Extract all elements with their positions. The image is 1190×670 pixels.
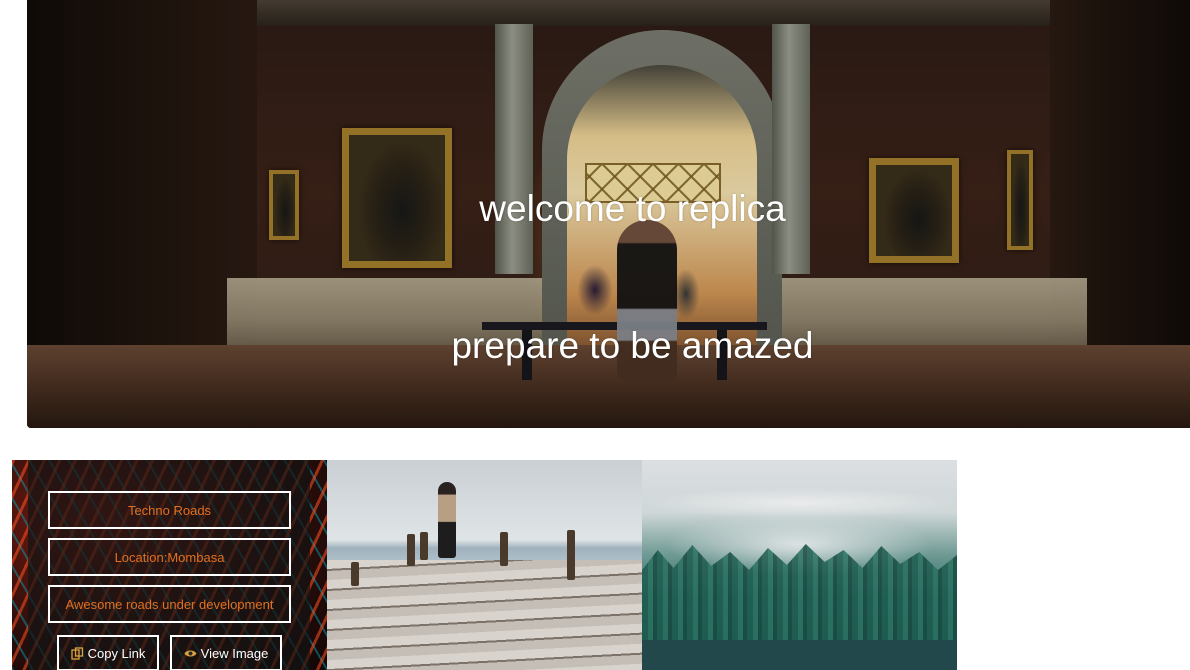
- copy-icon: [70, 646, 84, 660]
- pier-post: [407, 534, 415, 566]
- pier-post: [500, 532, 508, 566]
- pier-walker: [438, 482, 456, 558]
- eye-icon: [184, 647, 197, 660]
- pier-post: [351, 562, 359, 586]
- copy-link-label: Copy Link: [87, 645, 146, 661]
- hero-tagline-text: prepare to be amazed: [451, 325, 814, 366]
- card-description: Awesome roads under development: [48, 585, 291, 623]
- hero-welcome-text: welcome to replica: [479, 188, 786, 229]
- view-image-label: View Image: [200, 645, 269, 661]
- pier-dock: [327, 560, 642, 670]
- hero-banner: welcome to replica prepare to be amazed: [27, 0, 1190, 428]
- copy-link-button[interactable]: Copy Link: [57, 635, 159, 670]
- card-location: Location:Mombasa: [48, 538, 291, 576]
- forest-lake: [642, 640, 957, 670]
- pier-post: [567, 530, 575, 580]
- view-image-button[interactable]: View Image: [170, 635, 282, 670]
- forest-fog: [642, 488, 957, 518]
- card-title: Techno Roads: [48, 491, 291, 529]
- pier-post: [420, 532, 428, 560]
